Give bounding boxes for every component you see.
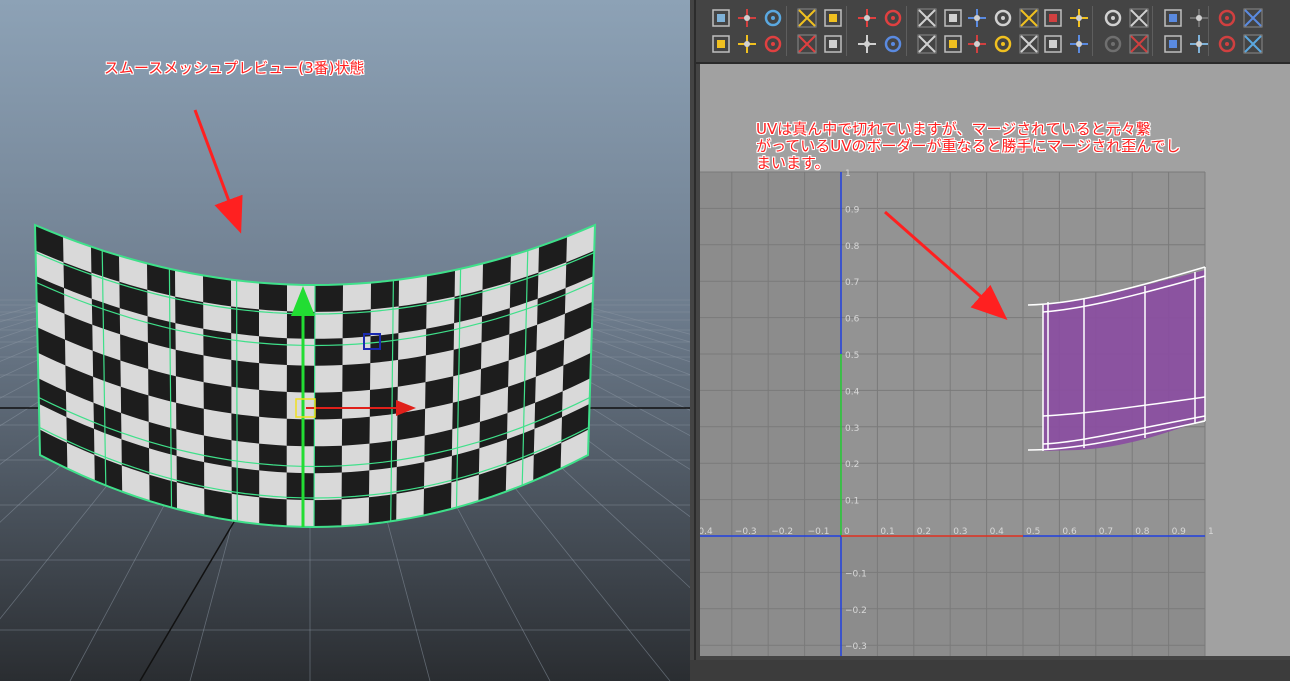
uv-move-icon[interactable] [736, 7, 758, 29]
align-top-icon[interactable] [1102, 7, 1124, 29]
align-bottom-icon[interactable] [1128, 7, 1150, 29]
uv-x-tick: 0.1 [880, 527, 894, 537]
uv-x-tick: 0.6 [1062, 527, 1077, 537]
filter-icon[interactable] [916, 33, 938, 55]
flip-u-icon[interactable] [796, 7, 818, 29]
rotate-cw-icon[interactable] [882, 7, 904, 29]
dim-image-icon[interactable] [882, 33, 904, 55]
sew-uv-icon[interactable] [942, 7, 964, 29]
relax-icon[interactable] [1188, 7, 1210, 29]
uv-y-tick: 0.5 [845, 351, 859, 361]
rotate-ccw-icon[interactable] [1128, 33, 1150, 55]
uv-x-tick: 0.7 [1099, 527, 1113, 537]
uv-x-tick: 0.4 [700, 527, 713, 537]
uv-y-tick: 0.2 [845, 460, 859, 470]
uv-y-tick: 0.8 [845, 242, 860, 252]
annotation-uv-line-3: まいます。 [756, 154, 830, 172]
uv-lattice-icon[interactable] [710, 7, 732, 29]
uv-x-tick: −0.2 [771, 527, 793, 537]
grid-uv-icon[interactable] [1018, 7, 1040, 29]
cut-uv-icon[interactable] [1188, 33, 1210, 55]
toolbar-separator [1092, 6, 1093, 56]
uv-y-tick: 0.9 [845, 205, 860, 215]
uv-y-tick: −0.1 [845, 569, 867, 579]
uv-x-tick: −0.3 [735, 527, 757, 537]
viewport-canvas[interactable] [0, 0, 690, 681]
uv-y-tick: 0.7 [845, 278, 859, 288]
uv-y-tick: 1 [845, 169, 851, 179]
uv-x-tick: 0.8 [1135, 527, 1150, 537]
uv-distortion-icon[interactable] [822, 33, 844, 55]
uv-x-tick: 0.9 [1172, 527, 1187, 537]
uv-x-tick: −0.1 [808, 527, 830, 537]
uv-x-tick: 0 [844, 527, 850, 537]
checker-icon[interactable] [1242, 7, 1264, 29]
toolbar-separator [1208, 6, 1209, 56]
cut-uv-icon[interactable] [916, 7, 938, 29]
uv-y-tick: −0.3 [845, 642, 867, 652]
uv-editor-window: 0.4 −0.3 −0.2 −0.1 0 0.1 0.2 0.3 0.4 0.5 0.6 0.7 0.8… [690, 0, 1290, 681]
status-strip [690, 660, 1290, 681]
unfold-icon[interactable] [1162, 7, 1184, 29]
annotation-smooth-preview: スムースメッシュプレビュー(3番)状態 [104, 59, 365, 77]
align-left-icon[interactable] [1042, 7, 1064, 29]
uv-move-icon[interactable] [1018, 33, 1040, 55]
flip-v-icon[interactable] [1102, 33, 1124, 55]
3d-viewport[interactable]: スムースメッシュプレビュー(3番)状態 [0, 0, 690, 681]
uv-y-tick: 0.4 [845, 387, 860, 397]
uv-x-tick: 1 [1208, 527, 1214, 537]
shaded-uv-icon[interactable] [762, 33, 784, 55]
isolate-icon[interactable] [1216, 7, 1238, 29]
annotation-uv-line-2: がっているUVのボーダーが重なると勝手にマージされ歪んでし [756, 137, 1181, 155]
texture-borders-icon[interactable] [796, 33, 818, 55]
move-sew-icon[interactable] [966, 7, 988, 29]
uv-select-icon[interactable] [1042, 33, 1064, 55]
flip-v-icon[interactable] [822, 7, 844, 29]
toolbar-separator [786, 6, 787, 56]
grid-toggle-icon[interactable] [710, 33, 732, 55]
layout-uv-icon[interactable] [992, 7, 1014, 29]
toolbar-separator [846, 6, 847, 56]
uv-select-icon[interactable] [762, 7, 784, 29]
rgb-channels-icon[interactable] [942, 33, 964, 55]
image-display-icon[interactable] [856, 33, 878, 55]
uv-y-tick: 0.3 [845, 424, 859, 434]
uv-x-tick: 0.3 [953, 527, 967, 537]
exposure-icon[interactable] [966, 33, 988, 55]
rotate-cw-icon[interactable] [1162, 33, 1184, 55]
flip-u-icon[interactable] [1068, 33, 1090, 55]
uv-x-tick: 0.4 [990, 527, 1005, 537]
snap-icon[interactable] [736, 33, 758, 55]
uv-lattice-icon[interactable] [992, 33, 1014, 55]
sew-uv-icon[interactable] [1216, 33, 1238, 55]
uv-toolbar [696, 0, 1290, 64]
uv-x-tick: 0.5 [1026, 527, 1040, 537]
toolbar-separator [906, 6, 907, 56]
annotation-uv-line-1: UVは真ん中で切れていますが、マージされていると元々繋 [756, 120, 1151, 138]
rotate-ccw-icon[interactable] [856, 7, 878, 29]
toolbar-separator [1152, 6, 1153, 56]
uv-y-tick: 0.6 [845, 315, 860, 325]
move-sew-icon[interactable] [1242, 33, 1264, 55]
align-right-icon[interactable] [1068, 7, 1090, 29]
uv-y-tick: 0.1 [845, 497, 859, 507]
uv-y-tick: −0.2 [845, 606, 867, 616]
uv-x-tick: 0.2 [917, 527, 931, 537]
